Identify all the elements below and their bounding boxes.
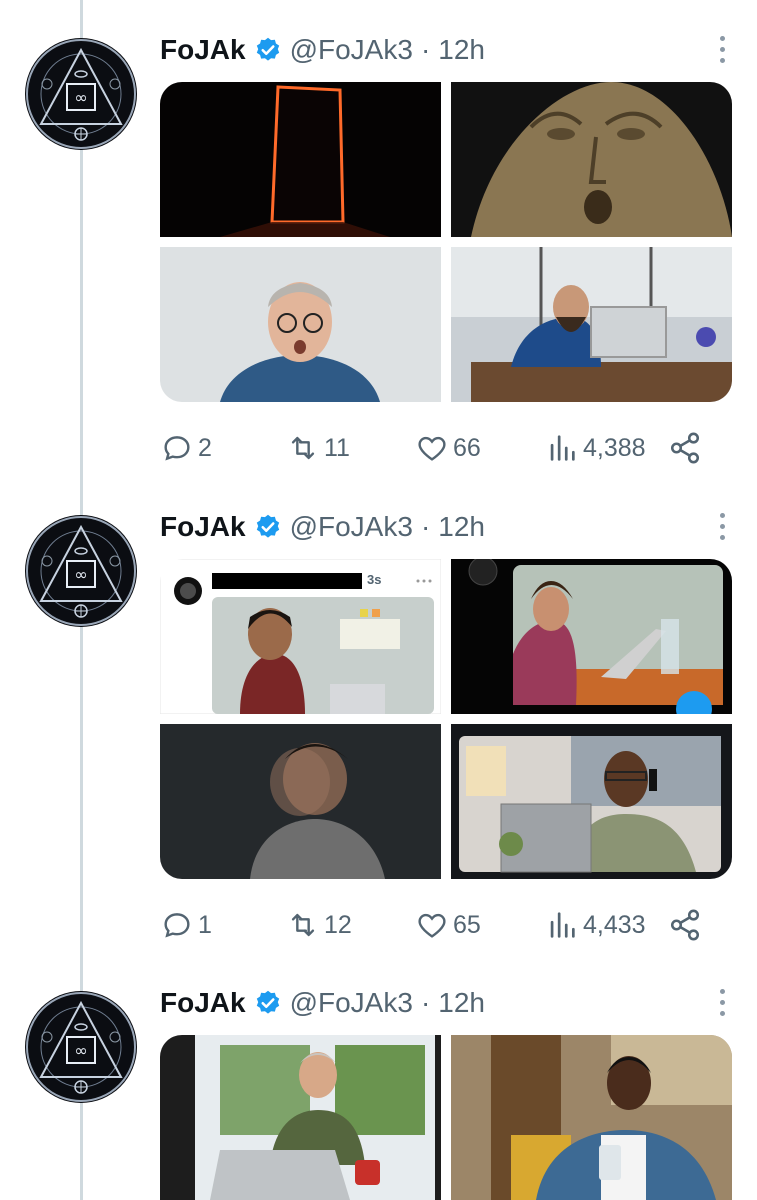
occult-symbol-icon: ∞ bbox=[26, 992, 136, 1102]
more-options-icon[interactable] bbox=[717, 985, 727, 1021]
avatar[interactable]: ∞ bbox=[25, 515, 137, 627]
more-options-icon[interactable] bbox=[717, 32, 727, 68]
reply-button[interactable]: 2 bbox=[160, 428, 212, 468]
tweet-header: FoJAk @FoJAk3 · 12h bbox=[160, 507, 485, 547]
verified-badge-icon bbox=[254, 36, 282, 64]
share-icon bbox=[670, 432, 700, 464]
embedded-screenshot-worried-man-phone-icon bbox=[451, 724, 732, 879]
author-name[interactable]: FoJAk bbox=[160, 511, 246, 543]
media-image[interactable] bbox=[160, 724, 441, 879]
share-button[interactable] bbox=[668, 905, 706, 945]
separator-dot: · bbox=[420, 987, 431, 1018]
media-image[interactable] bbox=[451, 559, 732, 714]
views-chart-icon bbox=[550, 912, 575, 938]
embedded-screenshot-shocked-woman-icon bbox=[451, 559, 732, 714]
timestamp[interactable]: 12h bbox=[438, 511, 485, 543]
reply-count: 2 bbox=[198, 433, 212, 462]
avatar[interactable]: ∞ bbox=[25, 991, 137, 1103]
more-options-icon[interactable] bbox=[717, 509, 727, 545]
separator-dot: · bbox=[420, 511, 431, 542]
retweet-count: 11 bbox=[324, 433, 350, 462]
like-button[interactable]: 66 bbox=[415, 428, 481, 468]
retweet-button[interactable]: 12 bbox=[286, 905, 352, 945]
tweet-actions: 2 11 66 4,388 bbox=[160, 428, 720, 468]
stone-face-image-icon bbox=[451, 82, 732, 237]
media-image[interactable] bbox=[160, 1035, 441, 1200]
share-button[interactable] bbox=[668, 428, 706, 468]
svg-text:∞: ∞ bbox=[74, 565, 87, 584]
views-chart-icon bbox=[550, 435, 575, 461]
separator-dot: · bbox=[420, 34, 431, 65]
reply-count: 1 bbox=[198, 910, 212, 939]
worried-man-laptop-image-icon bbox=[160, 1035, 441, 1200]
author-name[interactable]: FoJAk bbox=[160, 987, 246, 1019]
verified-badge-icon bbox=[254, 989, 282, 1017]
retweet-icon bbox=[291, 913, 315, 937]
media-grid: 3s bbox=[160, 559, 732, 879]
occult-symbol-icon: ∞ bbox=[26, 39, 136, 149]
retweet-count: 12 bbox=[324, 910, 352, 939]
views-count: 4,433 bbox=[583, 910, 646, 939]
media-image[interactable] bbox=[160, 82, 441, 237]
media-grid bbox=[160, 82, 732, 402]
shocked-man-image-icon bbox=[160, 247, 441, 402]
svg-text:∞: ∞ bbox=[74, 88, 87, 107]
retweet-icon bbox=[291, 436, 315, 460]
media-image[interactable] bbox=[451, 724, 732, 879]
blurred-man-image-icon bbox=[160, 724, 441, 879]
heart-icon bbox=[418, 436, 446, 461]
tweet-actions: 1 12 65 4,433 bbox=[160, 905, 720, 945]
media-image[interactable]: 3s bbox=[160, 559, 441, 714]
heart-icon bbox=[418, 913, 446, 938]
reply-icon bbox=[164, 436, 190, 461]
retweet-button[interactable]: 11 bbox=[286, 428, 350, 468]
tweet-header: FoJAk @FoJAk3 · 12h bbox=[160, 30, 485, 70]
author-handle[interactable]: @FoJAk3 bbox=[290, 511, 413, 543]
like-count: 65 bbox=[453, 910, 481, 939]
stressed-man-laptop-image-icon bbox=[451, 247, 732, 402]
media-image[interactable] bbox=[451, 247, 732, 402]
author-name[interactable]: FoJAk bbox=[160, 34, 246, 66]
media-image[interactable] bbox=[451, 1035, 732, 1200]
author-handle[interactable]: @FoJAk3 bbox=[290, 34, 413, 66]
reply-button[interactable]: 1 bbox=[160, 905, 212, 945]
stressed-man-phone-image-icon bbox=[451, 1035, 732, 1200]
verified-badge-icon bbox=[254, 513, 282, 541]
views-count: 4,388 bbox=[583, 433, 646, 462]
timestamp[interactable]: 12h bbox=[438, 987, 485, 1019]
tweet-header: FoJAk @FoJAk3 · 12h bbox=[160, 983, 485, 1023]
media-grid bbox=[160, 1035, 732, 1200]
occult-symbol-icon: ∞ bbox=[26, 516, 136, 626]
like-count: 66 bbox=[453, 433, 481, 462]
embedded-tweet-screenshot-icon bbox=[160, 559, 441, 714]
media-image[interactable] bbox=[451, 82, 732, 237]
glowing-door-image-icon bbox=[160, 82, 441, 237]
media-image[interactable] bbox=[160, 247, 441, 402]
views-button[interactable]: 4,433 bbox=[545, 905, 646, 945]
share-icon bbox=[670, 909, 700, 941]
reply-icon bbox=[164, 913, 190, 938]
embedded-tweet-time: 3s bbox=[367, 572, 382, 587]
like-button[interactable]: 65 bbox=[415, 905, 481, 945]
timestamp[interactable]: 12h bbox=[438, 34, 485, 66]
svg-text:∞: ∞ bbox=[74, 1041, 87, 1060]
avatar[interactable]: ∞ bbox=[25, 38, 137, 150]
author-handle[interactable]: @FoJAk3 bbox=[290, 987, 413, 1019]
views-button[interactable]: 4,388 bbox=[545, 428, 646, 468]
